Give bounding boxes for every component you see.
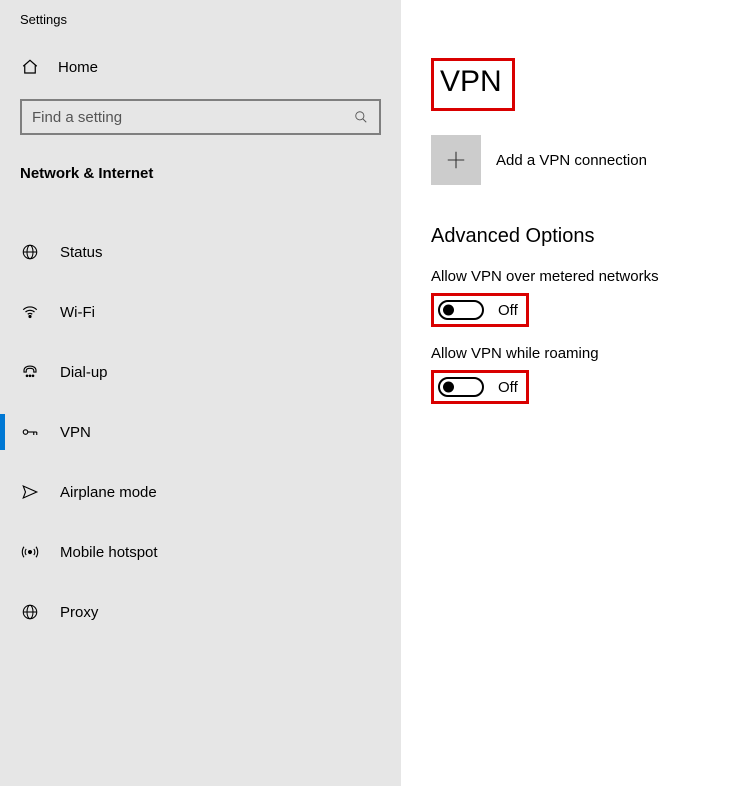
app-title: Settings: [0, 12, 401, 27]
setting-metered: Allow VPN over metered networks Off: [431, 268, 735, 345]
page-title: VPN: [431, 58, 515, 111]
search-icon: [353, 109, 369, 125]
sidebar-item-wifi[interactable]: Wi-Fi: [0, 282, 401, 342]
add-vpn-button[interactable]: Add a VPN connection: [431, 135, 735, 185]
nav-list: Status Wi-Fi Dia: [0, 222, 401, 642]
sidebar-item-label: Proxy: [60, 604, 98, 621]
sidebar-item-label: Airplane mode: [60, 484, 157, 501]
vpn-icon: [20, 422, 40, 442]
search-box[interactable]: [20, 99, 381, 135]
sidebar-item-label: Dial-up: [60, 364, 108, 381]
setting-label: Allow VPN over metered networks: [431, 268, 735, 285]
sidebar-item-label: Wi-Fi: [60, 304, 95, 321]
sidebar: Settings Home Network & Internet: [0, 0, 401, 786]
home-label: Home: [58, 59, 98, 76]
section-heading: Network & Internet: [0, 165, 401, 182]
sidebar-item-dialup[interactable]: Dial-up: [0, 342, 401, 402]
sidebar-item-label: Mobile hotspot: [60, 544, 158, 561]
add-vpn-label: Add a VPN connection: [496, 152, 647, 169]
dialup-icon: [20, 362, 40, 382]
toggle-row-roaming: Off: [431, 370, 529, 404]
toggle-knob: [443, 305, 454, 316]
setting-roaming: Allow VPN while roaming Off: [431, 345, 735, 422]
advanced-heading: Advanced Options: [431, 225, 735, 248]
metered-toggle[interactable]: [438, 300, 484, 320]
setting-label: Allow VPN while roaming: [431, 345, 735, 362]
status-icon: [20, 242, 40, 262]
sidebar-item-status[interactable]: Status: [0, 222, 401, 282]
home-nav[interactable]: Home: [0, 57, 401, 77]
wifi-icon: [20, 302, 40, 322]
airplane-icon: [20, 482, 40, 502]
toggle-state: Off: [498, 302, 518, 319]
hotspot-icon: [20, 542, 40, 562]
sidebar-item-label: VPN: [60, 424, 91, 441]
proxy-icon: [20, 602, 40, 622]
sidebar-item-airplane[interactable]: Airplane mode: [0, 462, 401, 522]
sidebar-item-vpn[interactable]: VPN: [0, 402, 401, 462]
toggle-state: Off: [498, 379, 518, 396]
sidebar-item-label: Status: [60, 244, 103, 261]
plus-icon: [431, 135, 481, 185]
search-input[interactable]: [32, 109, 353, 126]
toggle-row-metered: Off: [431, 293, 529, 327]
toggle-knob: [443, 382, 454, 393]
main-content: VPN Add a VPN connection Advanced Option…: [401, 0, 735, 786]
home-icon: [20, 57, 40, 77]
sidebar-item-proxy[interactable]: Proxy: [0, 582, 401, 642]
sidebar-item-hotspot[interactable]: Mobile hotspot: [0, 522, 401, 582]
roaming-toggle[interactable]: [438, 377, 484, 397]
